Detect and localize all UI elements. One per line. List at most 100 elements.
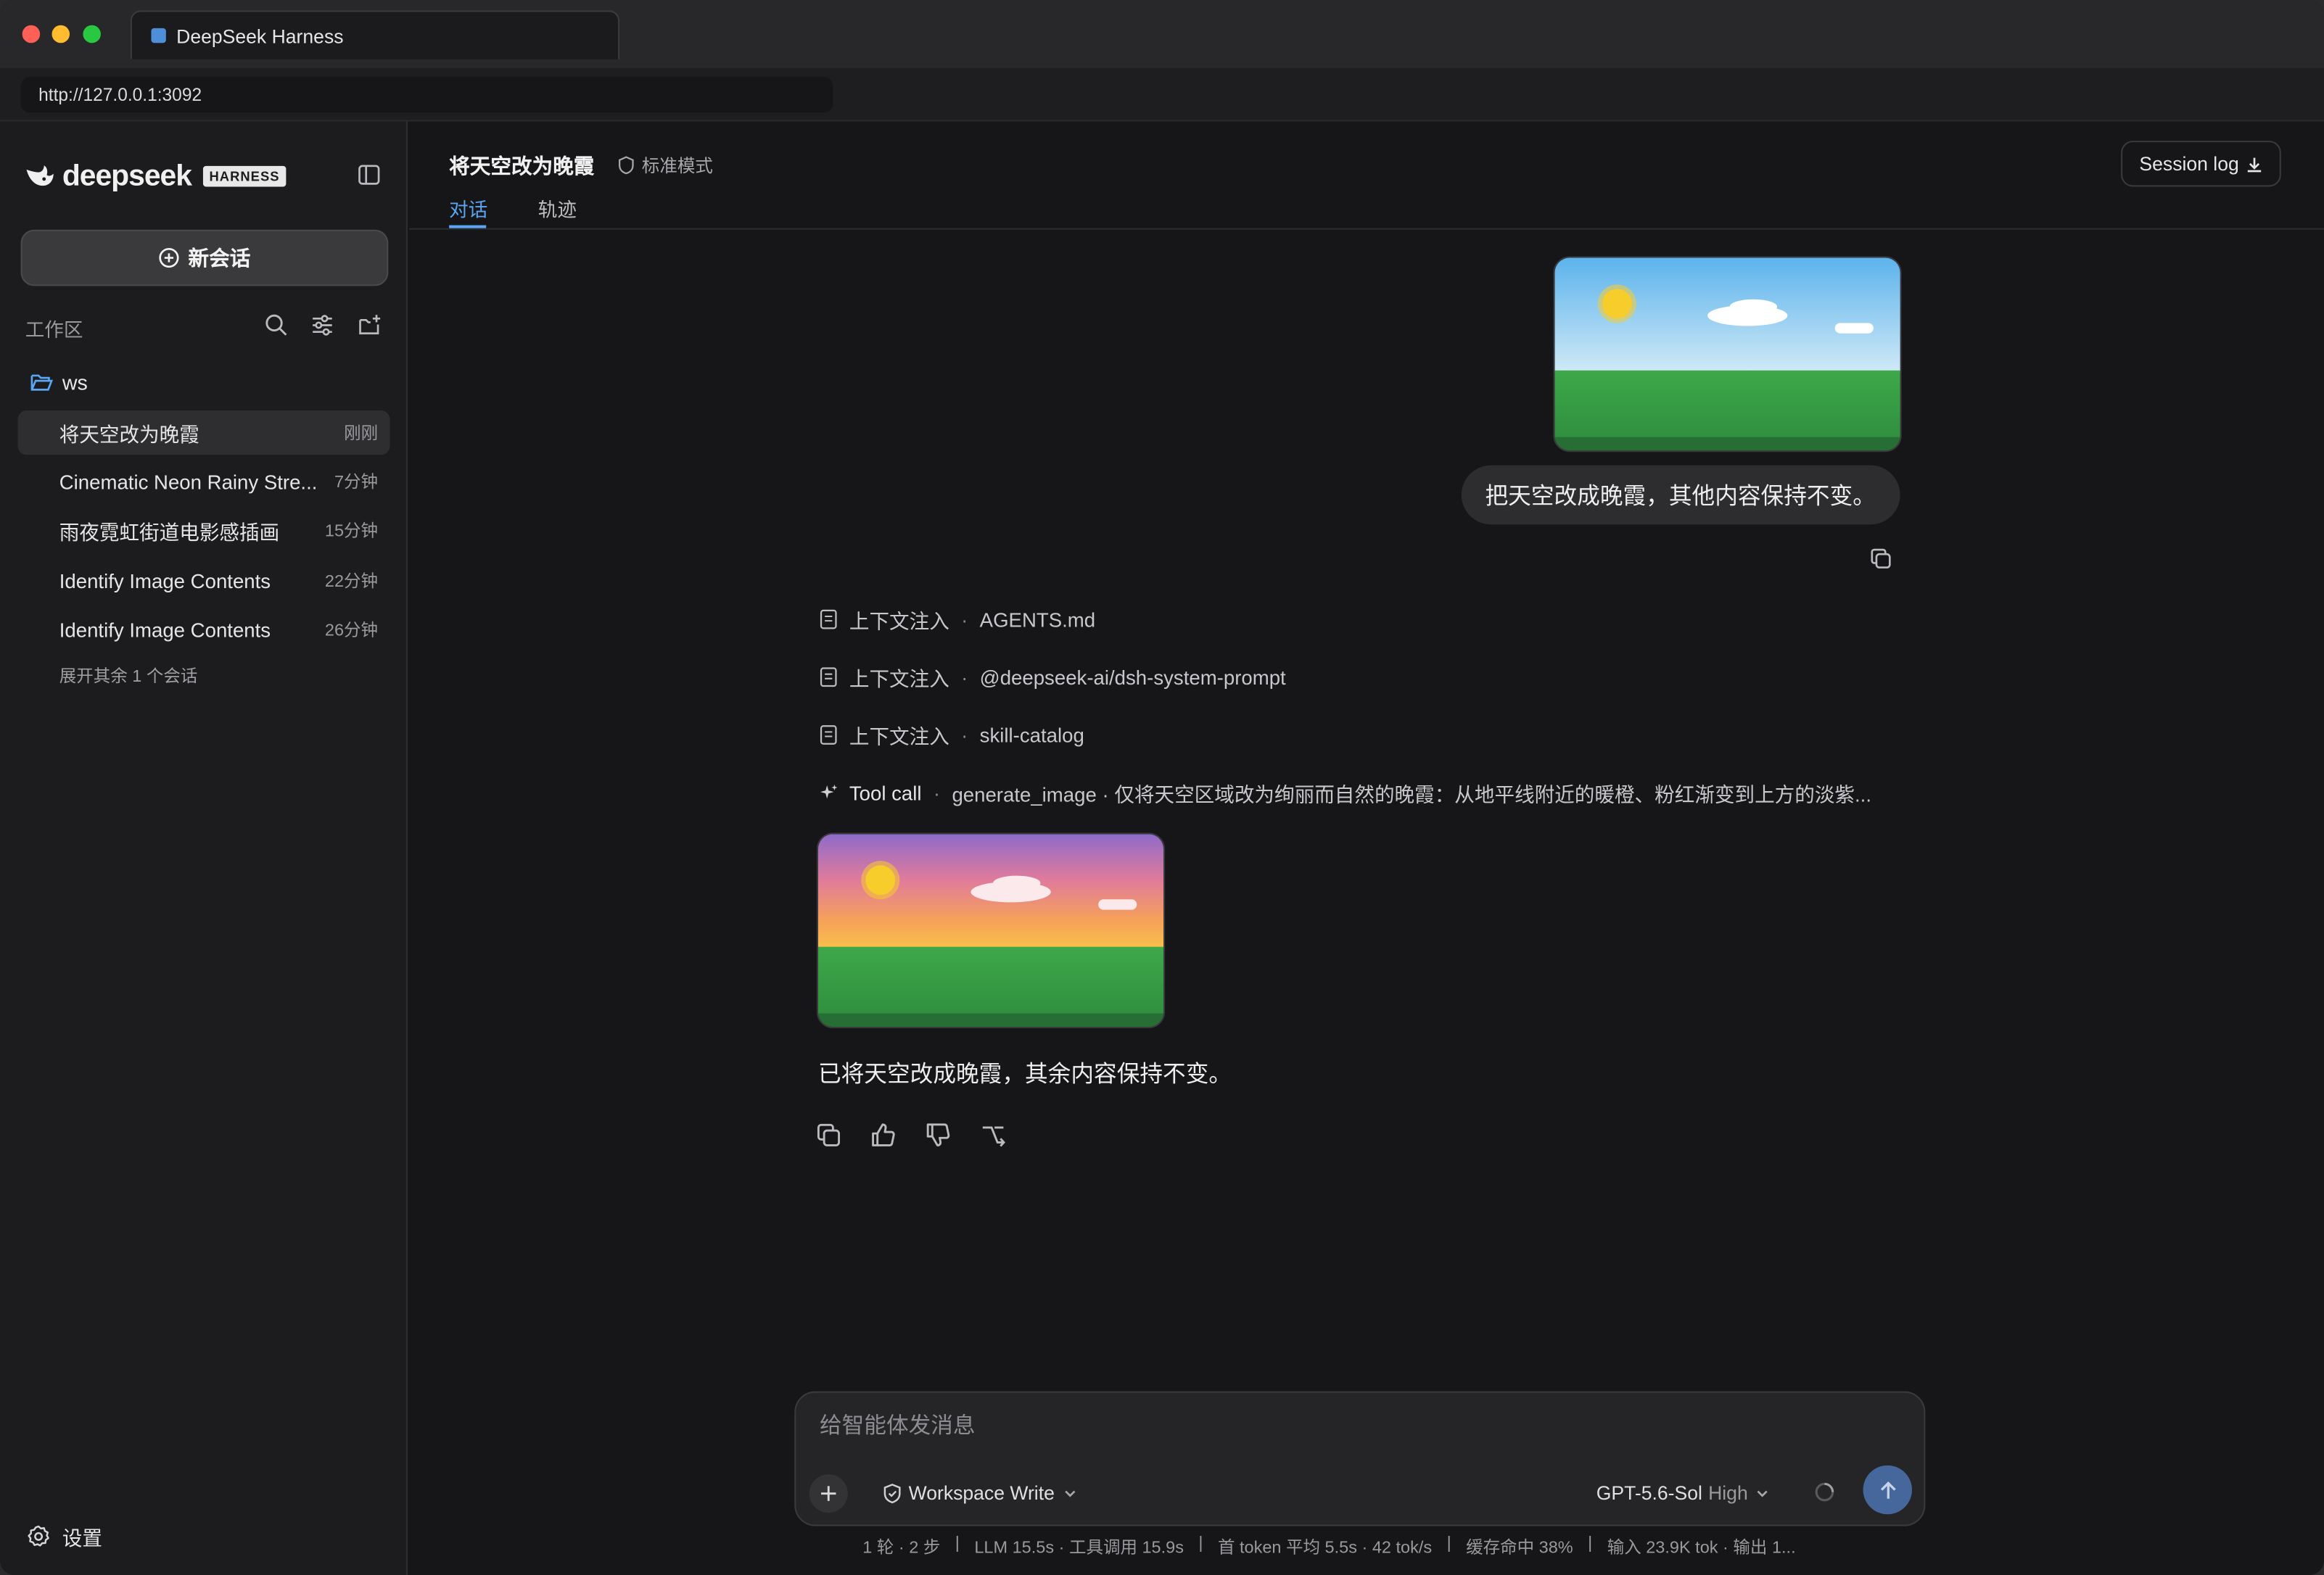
session-item[interactable]: Cinematic Neon Rainy Stre... 7分钟 [18,459,390,503]
stat-latency: LLM 15.5s · 工具调用 15.9s [974,1539,1184,1558]
user-message-text: 把天空改成晚霞，其他内容保持不变。 [1485,484,1876,510]
chevron-down-icon [1064,1489,1075,1497]
session-title: Cinematic Neon Rainy Stre... [59,470,318,493]
generated-image[interactable] [816,832,1166,1029]
tab-conversation[interactable]: 对话 [449,194,487,223]
model-select[interactable]: GPT-5.6-Sol High [1596,1481,1772,1504]
context-value: skill-catalog [979,724,1084,746]
session-time: 7分钟 [334,474,379,492]
copy-icon[interactable] [815,1122,842,1149]
model-name: GPT-5.6-Sol [1596,1481,1702,1504]
usage-stats: 1 轮 · 2 步 | LLM 15.5s · 工具调用 15.9s | 首 t… [862,1535,1795,1559]
context-value: @deepseek-ai/dsh-system-prompt [979,666,1286,689]
stat-tokens: 输入 23.9K tok · 输出 1... [1607,1539,1796,1558]
message-actions [815,1122,1034,1149]
conversation-title: 将天空改为晚霞 [449,154,595,178]
context-kind: 上下文注入 [849,668,949,691]
document-icon [820,609,837,629]
context-injection-item[interactable]: 上下文注入 · skill-catalog [820,720,1084,750]
session-log-label: Session log [2139,152,2239,175]
url-field[interactable]: http://127.0.0.1:3092 [20,77,833,113]
minimize-window-button[interactable] [51,25,70,44]
session-item[interactable]: Identify Image Contents 22分钟 [18,558,390,603]
logo-badge: HARNESS [203,165,286,187]
sunset-landscape-image [817,834,1164,1028]
new-chat-button[interactable]: 新会话 [20,229,389,286]
plus-circle-icon [159,247,179,268]
settings-button[interactable]: 设置 [27,1521,102,1551]
session-item[interactable]: 雨夜霓虹街道电影感插画 15分钟 [18,508,390,553]
thumbs-up-icon[interactable] [870,1122,897,1149]
arrow-up-icon [1879,1481,1895,1498]
document-icon [820,667,837,687]
tool-call-item[interactable]: Tool call · generate_image · 仅将天空区域改为绚丽而… [820,778,1888,808]
favicon-icon [151,28,166,44]
sky-landscape-image [1554,257,1900,451]
shield-check-icon [883,1483,901,1503]
send-button[interactable] [1863,1465,1912,1515]
thumbs-down-icon[interactable] [925,1122,952,1149]
logo-wordmark: deepseek [62,159,192,192]
maximize-window-button[interactable] [83,25,101,44]
workspace-mode-select[interactable]: Workspace Write [882,1481,1084,1504]
tool-call-kind: Tool call [849,781,922,804]
search-icon[interactable] [264,313,289,338]
download-icon [2247,157,2261,172]
context-injection-item[interactable]: 上下文注入 · @deepseek-ai/dsh-system-prompt [820,662,1286,692]
shield-mode-icon [619,156,634,175]
user-message-bubble: 把天空改成晚霞，其他内容保持不变。 [1461,465,1900,525]
folder-open-icon [30,374,54,391]
session-title: Identify Image Contents [59,569,271,592]
settings-label: 设置 [62,1527,102,1550]
folder-name: ws [62,370,88,394]
stat-cache: 缓存命中 38% [1466,1539,1573,1558]
message-composer: Workspace Write GPT-5.6-Sol High [794,1391,1926,1526]
session-title: Identify Image Contents [59,619,271,641]
workspace-mode-label: Workspace Write [908,1481,1055,1504]
new-folder-icon[interactable] [357,313,382,338]
sidebar: deepseek HARNESS 新会话 工作区 ws 将天空改为晚霞 刚刚 C… [0,121,408,1575]
expand-sessions-link[interactable]: 展开其余 1 个会话 [59,664,198,687]
session-title: 将天空改为晚霞 [59,423,199,447]
plus-icon [821,1486,836,1501]
app-window: DeepSeek Harness http://127.0.0.1:3092 d… [0,0,2324,1575]
sidebar-toggle-icon[interactable] [357,163,381,187]
user-attached-image[interactable] [1553,256,1902,452]
browser-tab[interactable]: DeepSeek Harness [130,10,620,59]
address-bar: http://127.0.0.1:3092 [0,67,2324,122]
logo: deepseek HARNESS [24,159,286,194]
model-effort: High [1708,1481,1748,1504]
mode-indicator[interactable]: 标准模式 [617,152,713,178]
copy-icon[interactable] [1869,547,1893,571]
session-time: 15分钟 [324,523,379,541]
tab-trajectory[interactable]: 轨迹 [538,194,577,223]
chevron-down-icon [1758,1489,1768,1497]
session-item[interactable]: 将天空改为晚霞 刚刚 [17,410,390,455]
context-injection-item[interactable]: 上下文注入 · AGENTS.md [820,605,1095,634]
stat-first-token: 首 token 平均 5.5s · 42 tok/s [1217,1539,1433,1558]
workspace-folder[interactable]: ws [30,371,88,394]
tool-call-value: generate_image · 仅将天空区域改为绚丽而自然的晚霞：从地平线附近… [952,783,1872,806]
new-chat-label: 新会话 [188,246,251,270]
context-kind: 上下文注入 [849,726,949,748]
session-title: 雨夜霓虹街道电影感插画 [59,521,280,544]
browser-tab-title: DeepSeek Harness [176,25,344,48]
assistant-reply-text: 已将天空改成晚霞，其余内容保持不变。 [817,1062,1232,1088]
context-usage-icon[interactable] [1814,1481,1835,1502]
document-icon [820,725,837,745]
conversation-header: 将天空改为晚霞 标准模式 对话 轨迹 Session log [408,122,2324,230]
session-log-button[interactable]: Session log [2121,141,2281,187]
sparkle-icon [820,784,838,799]
gear-icon [28,1525,49,1547]
filter-icon[interactable] [310,313,335,338]
attach-button[interactable] [809,1474,848,1513]
session-item[interactable]: Identify Image Contents 26分钟 [18,608,390,652]
workspace-title: 工作区 [25,318,83,341]
message-input[interactable] [820,1413,1887,1439]
active-tab-indicator [449,225,487,228]
mode-label: 标准模式 [641,155,713,177]
session-time: 刚刚 [344,425,379,443]
branch-icon[interactable] [980,1122,1007,1149]
close-window-button[interactable] [22,25,41,44]
main-panel: 将天空改为晚霞 标准模式 对话 轨迹 Session log 把天空改成晚霞，其… [408,121,2324,1575]
